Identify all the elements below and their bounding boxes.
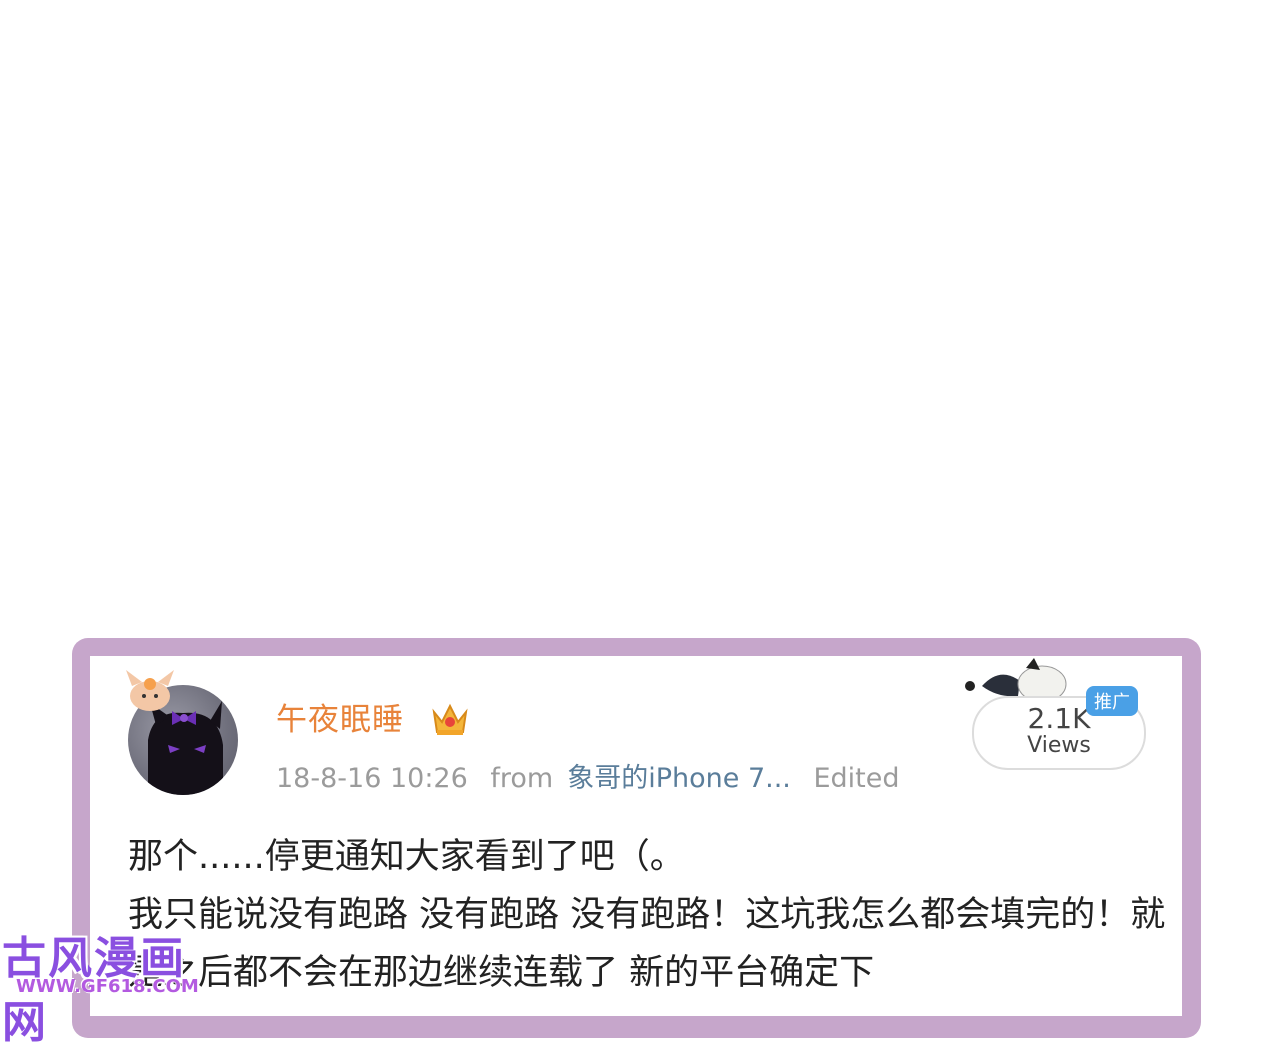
site-watermark: 古风漫画网 WWW.GF618.COM — [0, 920, 210, 1048]
from-label: from — [490, 763, 554, 794]
crown-icon[interactable] — [430, 700, 470, 738]
device-link[interactable]: 象哥的iPhone 7... — [567, 763, 791, 794]
pet-sticker-icon — [126, 670, 174, 711]
watermark-url: WWW.GF618.COM — [16, 976, 199, 997]
weibo-post-card: 午夜眠睡 18-8-16 10:26 from 象哥的iPhone 7... Ed… — [90, 656, 1182, 1016]
views-label: Views — [1027, 733, 1091, 758]
post-body-text: 那个......停更通知大家看到了吧（。 我只能说没有跑路 没有跑路 没有跑路！… — [128, 837, 1166, 993]
post-timestamp: 18-8-16 10:26 — [276, 763, 468, 794]
post-meta: 18-8-16 10:26 from 象哥的iPhone 7... Edited — [276, 756, 914, 795]
edited-label[interactable]: Edited — [813, 763, 899, 794]
username-link[interactable]: 午夜眠睡 — [276, 694, 404, 739]
promote-badge[interactable]: 推广 — [1086, 686, 1138, 716]
